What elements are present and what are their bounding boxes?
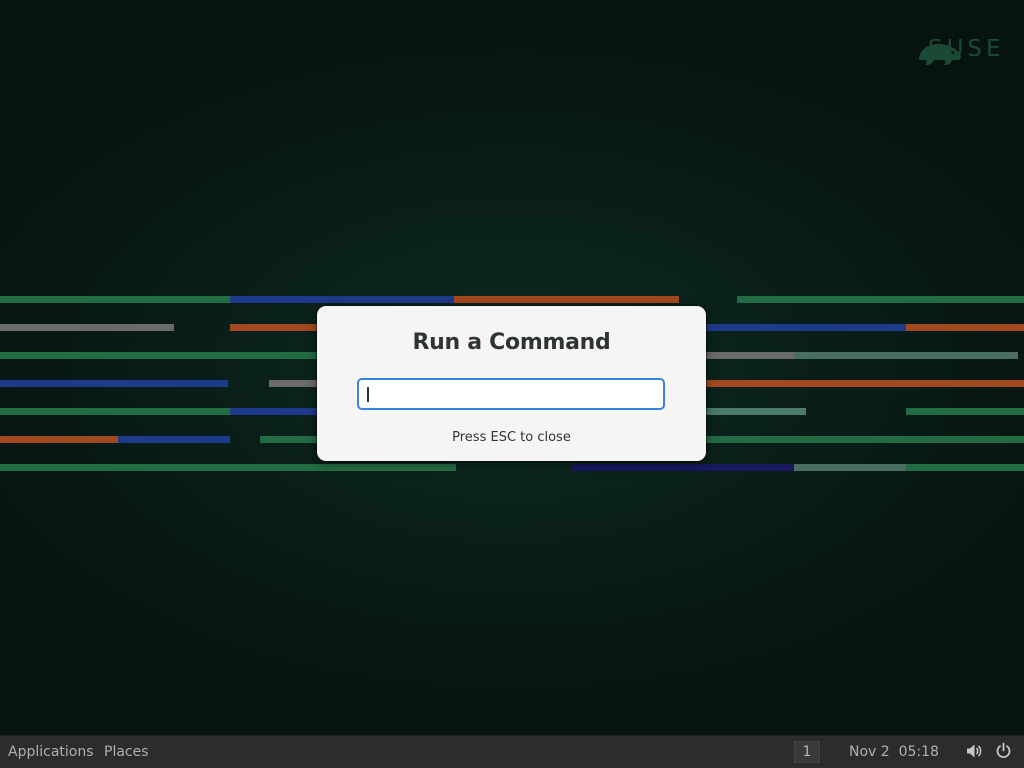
- run-command-dialog: Run a Command Press ESC to close: [317, 306, 706, 461]
- wallpaper-stripe: [269, 380, 320, 387]
- wallpaper-stripe: [230, 408, 320, 415]
- wallpaper-stripe: [706, 436, 1024, 443]
- wallpaper-stripe: [794, 464, 906, 471]
- bottom-panel: Applications Places 1 Nov 2 05:18: [0, 735, 1024, 768]
- wallpaper-stripe: [0, 296, 230, 303]
- text-cursor: [367, 387, 369, 402]
- applications-menu[interactable]: Applications: [8, 743, 94, 761]
- wallpaper-stripe: [260, 436, 320, 443]
- wallpaper-stripe: [906, 408, 1024, 415]
- wallpaper-stripe: [230, 324, 320, 331]
- wallpaper-stripe: [706, 380, 1024, 387]
- power-icon[interactable]: [995, 742, 1012, 760]
- wallpaper-stripe: [737, 296, 1024, 303]
- wallpaper-stripe: [706, 324, 906, 331]
- wallpaper-stripe: [906, 324, 1024, 331]
- wallpaper-stripe: [906, 464, 1024, 471]
- wallpaper-stripe: [118, 436, 230, 443]
- speaker-volume-icon[interactable]: [965, 742, 983, 760]
- wallpaper-stripe: [0, 324, 174, 331]
- dialog-hint: Press ESC to close: [452, 430, 571, 445]
- clock[interactable]: Nov 2 05:18: [849, 743, 939, 761]
- wallpaper-stripe: [0, 436, 118, 443]
- desktop-background: SUSE Run a Command Press ESC to close: [0, 0, 1024, 735]
- wallpaper-stripe: [0, 352, 320, 359]
- wallpaper-stripe: [794, 352, 1018, 359]
- wallpaper-stripe: [454, 296, 679, 303]
- wallpaper-stripe: [0, 380, 228, 387]
- dialog-title: Run a Command: [412, 330, 611, 355]
- wallpaper-stripe: [571, 464, 794, 471]
- wallpaper-stripe: [0, 464, 456, 471]
- command-input[interactable]: [357, 378, 665, 410]
- wallpaper-stripe: [706, 352, 794, 359]
- wallpaper-stripe: [706, 408, 806, 415]
- suse-wordmark: SUSE: [928, 36, 1005, 62]
- wallpaper-stripe: [0, 408, 230, 415]
- places-menu[interactable]: Places: [104, 743, 149, 761]
- workspace-indicator[interactable]: 1: [794, 741, 820, 763]
- wallpaper-stripe: [230, 296, 454, 303]
